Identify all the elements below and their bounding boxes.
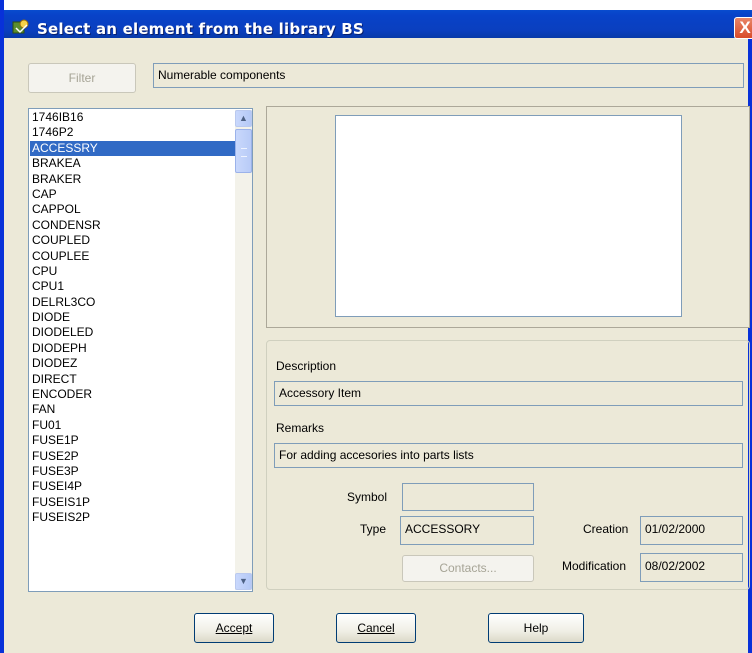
list-item[interactable]: FUSEIS1P xyxy=(30,495,235,510)
arrow-up-icon[interactable]: ▲ xyxy=(235,110,252,127)
list-item[interactable]: DIODEPH xyxy=(30,341,235,356)
arrow-down-icon[interactable]: ▼ xyxy=(235,573,252,590)
creation-label: Creation xyxy=(583,522,629,536)
list-item[interactable]: DELRL3CO xyxy=(30,295,235,310)
list-item[interactable]: CAPPOL xyxy=(30,202,235,217)
type-label: Type xyxy=(360,522,387,536)
cancel-button-label: Cancel xyxy=(357,621,395,635)
title-bar-top-strip xyxy=(4,0,752,10)
list-item[interactable]: CONDENSR xyxy=(30,218,235,233)
list-item[interactable]: CPU1 xyxy=(30,279,235,294)
list-item[interactable]: DIODEZ xyxy=(30,356,235,371)
scroll-thumb[interactable] xyxy=(235,129,252,173)
list-item[interactable]: COUPLED xyxy=(30,233,235,248)
list-item[interactable]: BRAKEA xyxy=(30,156,235,171)
close-button[interactable]: X xyxy=(734,17,752,39)
list-item[interactable]: FUSE3P xyxy=(30,464,235,479)
list-item[interactable]: CPU xyxy=(30,264,235,279)
filter-value-field: Numerable components xyxy=(153,63,744,88)
help-button[interactable]: Help xyxy=(488,613,584,643)
list-item[interactable]: DIODE xyxy=(30,310,235,325)
list-item[interactable]: CAP xyxy=(30,187,235,202)
list-item[interactable]: COUPLEE xyxy=(30,249,235,264)
library-icon xyxy=(12,19,29,34)
list-item[interactable]: FUSEIS2P xyxy=(30,510,235,525)
element-list-items: 1746IB16 1746P2 ACCESSRY BRAKEA BRAKER CAP CAP… xyxy=(30,110,235,590)
modification-label: Modification xyxy=(562,559,627,573)
symbol-preview xyxy=(335,115,682,317)
list-item[interactable]: FUSEI4P xyxy=(30,479,235,494)
remarks-label: Remarks xyxy=(276,421,325,435)
cancel-button[interactable]: Cancel xyxy=(336,613,416,643)
type-field: ACCESSORY xyxy=(400,516,534,545)
symbol-label: Symbol xyxy=(347,490,388,504)
list-item[interactable]: 1746IB16 xyxy=(30,110,235,125)
description-label: Description xyxy=(276,359,337,373)
window-title: Select an element from the library BS xyxy=(37,20,364,38)
list-item[interactable]: DIODELED xyxy=(30,325,235,340)
list-item[interactable]: FUSE1P xyxy=(30,433,235,448)
list-item[interactable]: ENCODER xyxy=(30,387,235,402)
list-item[interactable]: 1746P2 xyxy=(30,125,235,140)
creation-field: 01/02/2000 xyxy=(640,516,743,545)
list-item[interactable]: ACCESSRY xyxy=(30,140,235,157)
remarks-field: For adding accesories into parts lists xyxy=(274,443,743,468)
accept-button-label: Accept xyxy=(215,621,253,635)
contacts-button[interactable]: Contacts... xyxy=(402,555,534,582)
description-field: Accessory Item xyxy=(274,381,743,406)
filter-button[interactable]: Filter xyxy=(28,63,136,93)
list-scrollbar[interactable]: ▲ ▼ xyxy=(235,110,252,590)
element-list[interactable]: 1746IB16 1746P2 ACCESSRY BRAKEA BRAKER CAP CAP… xyxy=(28,108,253,592)
list-item[interactable]: FAN xyxy=(30,402,235,417)
modification-field: 08/02/2002 xyxy=(640,553,743,582)
list-item[interactable]: DIRECT xyxy=(30,372,235,387)
list-item[interactable]: FU01 xyxy=(30,418,235,433)
list-item[interactable]: FUSE2P xyxy=(30,449,235,464)
list-item[interactable]: BRAKER xyxy=(30,172,235,187)
symbol-field xyxy=(402,483,534,511)
accept-button[interactable]: Accept xyxy=(194,613,274,643)
dialog-window: Select an element from the library BS X … xyxy=(0,0,752,653)
